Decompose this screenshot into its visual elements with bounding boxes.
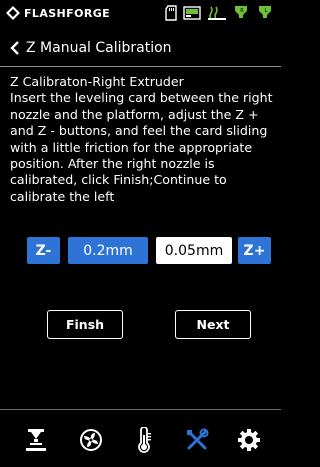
z-plus-button[interactable]: Z+ [238, 237, 271, 264]
instructions-body: Insert the leveling card between the rig… [10, 90, 273, 204]
sd-card-icon [165, 5, 177, 21]
screen-icon [183, 6, 201, 20]
title-divider [0, 66, 281, 67]
instructions: Z Calibraton-Right Extruder Insert the l… [10, 74, 275, 205]
status-icons: R L [165, 5, 275, 21]
instructions-heading: Z Calibraton-Right Extruder [10, 74, 184, 89]
nav-tools[interactable] [182, 425, 212, 455]
settings-icon [238, 429, 260, 451]
print-icon [26, 429, 46, 451]
next-button[interactable]: Next [175, 310, 251, 339]
fan-icon [80, 429, 102, 451]
page-title: Z Manual Calibration [26, 40, 172, 56]
nav-temperature[interactable] [129, 425, 159, 455]
nav-fan[interactable] [76, 425, 106, 455]
chevron-left-icon [10, 41, 19, 55]
step-0.05mm-button[interactable]: 0.05mm [156, 237, 232, 264]
nav-print[interactable] [21, 425, 51, 455]
nav-settings[interactable] [234, 425, 264, 455]
flashforge-logo-icon [6, 6, 20, 20]
brand-logo: FLASHFORGE [6, 6, 110, 20]
extruder-left-temp-icon: L [259, 6, 271, 18]
tools-icon [187, 428, 209, 450]
finish-button[interactable]: Finsh [47, 310, 123, 339]
z-minus-button[interactable]: Z- [27, 237, 60, 264]
temperature-icon [138, 427, 151, 453]
status-bar: FLASHFORGE R L [0, 0, 281, 28]
step-0.2mm-button[interactable]: 0.2mm [68, 237, 148, 264]
bottom-divider [0, 409, 281, 410]
svg-text:R: R [240, 8, 244, 14]
build-plate-temp-icon [208, 6, 226, 20]
brand-name: FLASHFORGE [24, 6, 111, 20]
back-button[interactable]: Z Manual Calibration [10, 36, 172, 60]
svg-text:L: L [265, 8, 268, 14]
extruder-right-temp-icon: R [235, 6, 247, 18]
